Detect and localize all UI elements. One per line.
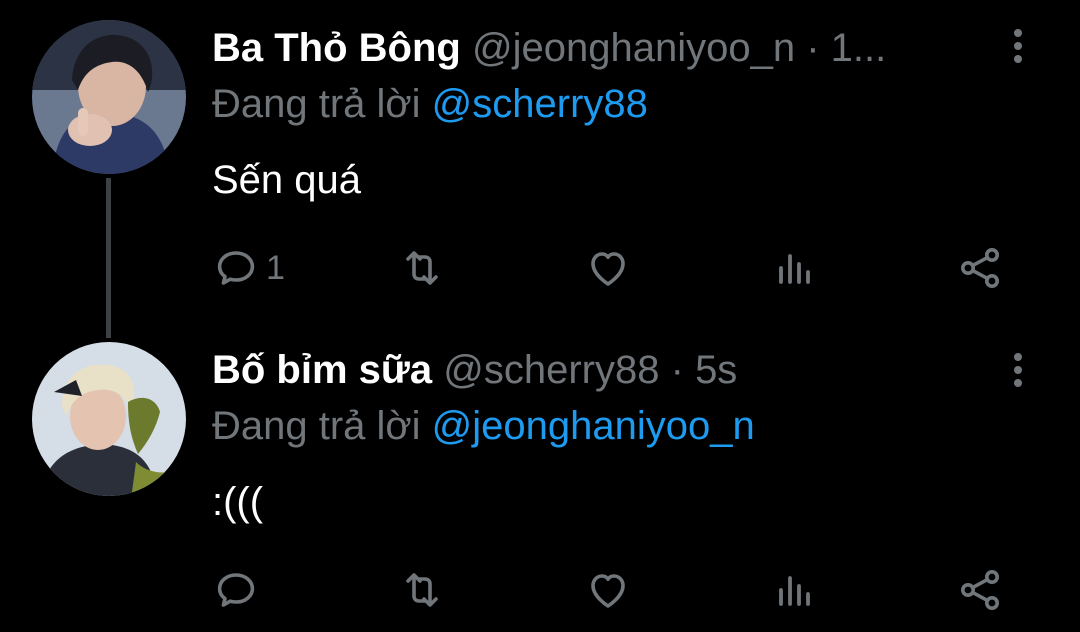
reply-button[interactable] [212, 560, 266, 620]
replying-to: Đang trả lời @jeonghaniyoo_n [212, 402, 755, 450]
tweet-actions: 1 [0, 238, 1080, 298]
user-handle[interactable]: @scherry88 [443, 348, 659, 392]
tweet[interactable]: Bố bỉm sữa @scherry88 · 5s Đang trả lời … [0, 330, 1080, 632]
views-button[interactable] [770, 560, 818, 620]
retweet-button[interactable] [398, 560, 446, 620]
more-options-button[interactable] [1004, 346, 1032, 394]
speech-bubble-icon [217, 573, 255, 607]
tweet-header: Ba Thỏ Bông @jeonghaniyoo_n · 1... [212, 24, 970, 72]
tweet-actions [0, 560, 1080, 620]
tweet-text: :((( [212, 480, 264, 524]
separator-dot: · [670, 348, 684, 392]
heart-icon [591, 252, 625, 286]
views-button[interactable] [770, 238, 818, 298]
bar-chart-icon [779, 254, 810, 284]
like-button[interactable] [584, 238, 632, 298]
share-icon [961, 570, 999, 610]
share-icon [961, 248, 999, 288]
more-vertical-icon [1014, 29, 1022, 37]
avatar-image [32, 20, 186, 174]
like-button[interactable] [584, 560, 632, 620]
reply-count: 1 [266, 248, 285, 287]
tweet[interactable]: Ba Thỏ Bông @jeonghaniyoo_n · 1... Đang … [0, 0, 1080, 330]
avatar[interactable] [32, 342, 186, 496]
replying-to-label: Đang trả lời [212, 404, 421, 448]
more-vertical-icon [1014, 353, 1022, 361]
heart-icon [591, 574, 625, 608]
avatar[interactable] [32, 20, 186, 174]
bar-chart-icon [779, 576, 810, 606]
display-name[interactable]: Ba Thỏ Bông [212, 26, 461, 70]
retweet-button[interactable] [398, 238, 446, 298]
user-handle[interactable]: @jeonghaniyoo_n [472, 26, 795, 70]
tweet-text: Sến quá [212, 158, 362, 202]
speech-bubble-icon [217, 251, 255, 285]
separator-dot: · [806, 26, 820, 70]
replying-to-mention[interactable]: @jeonghaniyoo_n [432, 404, 755, 448]
retweet-icon [406, 573, 438, 607]
more-options-button[interactable] [1004, 22, 1032, 70]
share-button[interactable] [956, 560, 1004, 620]
replying-to-label: Đang trả lời [212, 82, 421, 126]
replying-to-mention[interactable]: @scherry88 [432, 82, 648, 126]
display-name[interactable]: Bố bỉm sữa [212, 348, 432, 392]
retweet-icon [406, 251, 438, 285]
replying-to: Đang trả lời @scherry88 [212, 80, 648, 128]
tweet-header: Bố bỉm sữa @scherry88 · 5s [212, 346, 970, 394]
avatar-image [32, 342, 186, 496]
timestamp[interactable]: 5s [695, 348, 737, 392]
share-button[interactable] [956, 238, 1004, 298]
timestamp[interactable]: 1... [831, 26, 887, 70]
reply-button[interactable]: 1 [212, 238, 285, 298]
